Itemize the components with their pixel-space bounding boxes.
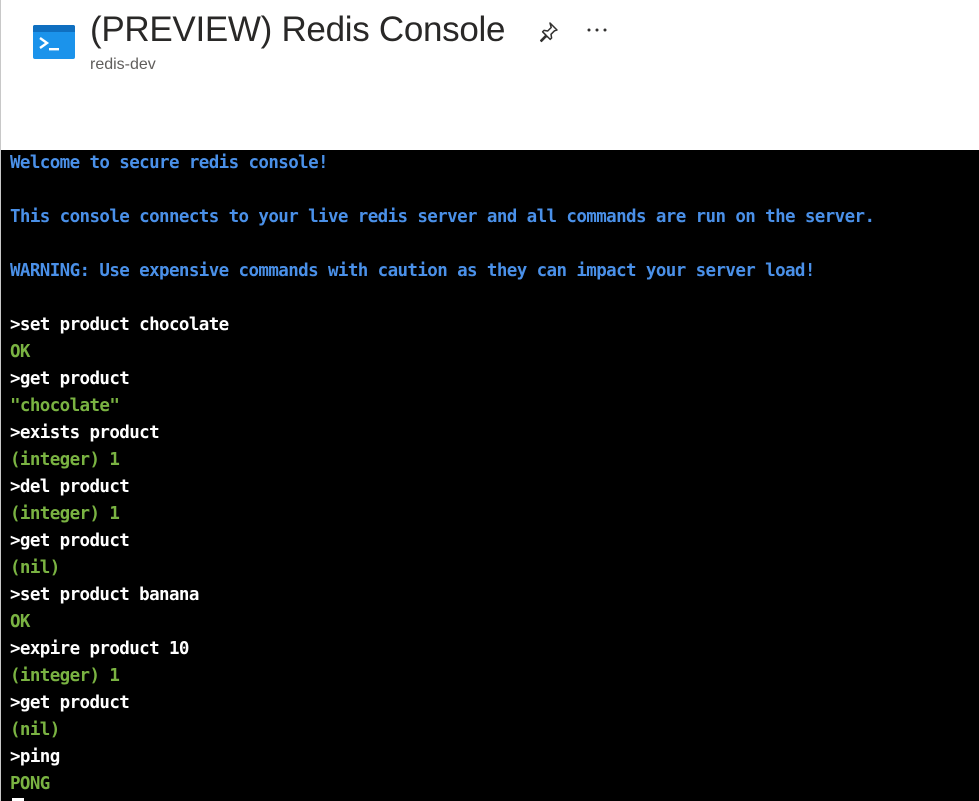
console-line-command: >exists product <box>10 423 160 443</box>
pin-icon <box>539 22 558 43</box>
console-line-info: WARNING: Use expensive commands with cau… <box>10 261 815 281</box>
console-line-info: Welcome to secure redis console! <box>10 153 329 173</box>
console-line-output: (integer) 1 <box>10 504 120 524</box>
console-line-command: >expire product 10 <box>10 639 189 659</box>
redis-console-page: (PREVIEW) Redis Console redis-dev Welcom… <box>0 0 979 801</box>
console-line-blank <box>10 285 979 312</box>
page-header: (PREVIEW) Redis Console redis-dev <box>1 0 979 150</box>
console-line-command: >set product chocolate <box>10 315 229 335</box>
console-line-command: >ping <box>10 747 60 767</box>
more-ellipsis-icon <box>587 28 607 32</box>
console-line-command: >get product <box>10 531 130 551</box>
console-line-output: OK <box>10 342 30 362</box>
page-title: (PREVIEW) Redis Console <box>90 10 506 49</box>
console-line-output: (integer) 1 <box>10 450 120 470</box>
console-line-command: >get product <box>10 369 130 389</box>
console-line-blank <box>10 231 979 258</box>
console-line-output: PONG <box>10 774 50 794</box>
console-line-blank <box>10 177 979 204</box>
pin-button[interactable] <box>534 18 562 46</box>
console-line-command: >get product <box>10 693 130 713</box>
resource-name: redis-dev <box>90 56 156 73</box>
console-icon <box>33 25 75 59</box>
console-line-output: "chocolate" <box>10 396 120 416</box>
console-terminal[interactable]: Welcome to secure redis console! This co… <box>1 150 979 801</box>
console-line-output: (integer) 1 <box>10 666 120 686</box>
console-line-output: (nil) <box>10 558 60 578</box>
console-line-output: (nil) <box>10 720 60 740</box>
console-line-command: >set product banana <box>10 585 199 605</box>
console-line-output: OK <box>10 612 30 632</box>
console-line-info: This console connects to your live redis… <box>10 207 875 227</box>
console-line-command: >del product <box>10 477 130 497</box>
console-output: Welcome to secure redis console! This co… <box>10 150 979 798</box>
more-options-button[interactable] <box>581 16 613 44</box>
